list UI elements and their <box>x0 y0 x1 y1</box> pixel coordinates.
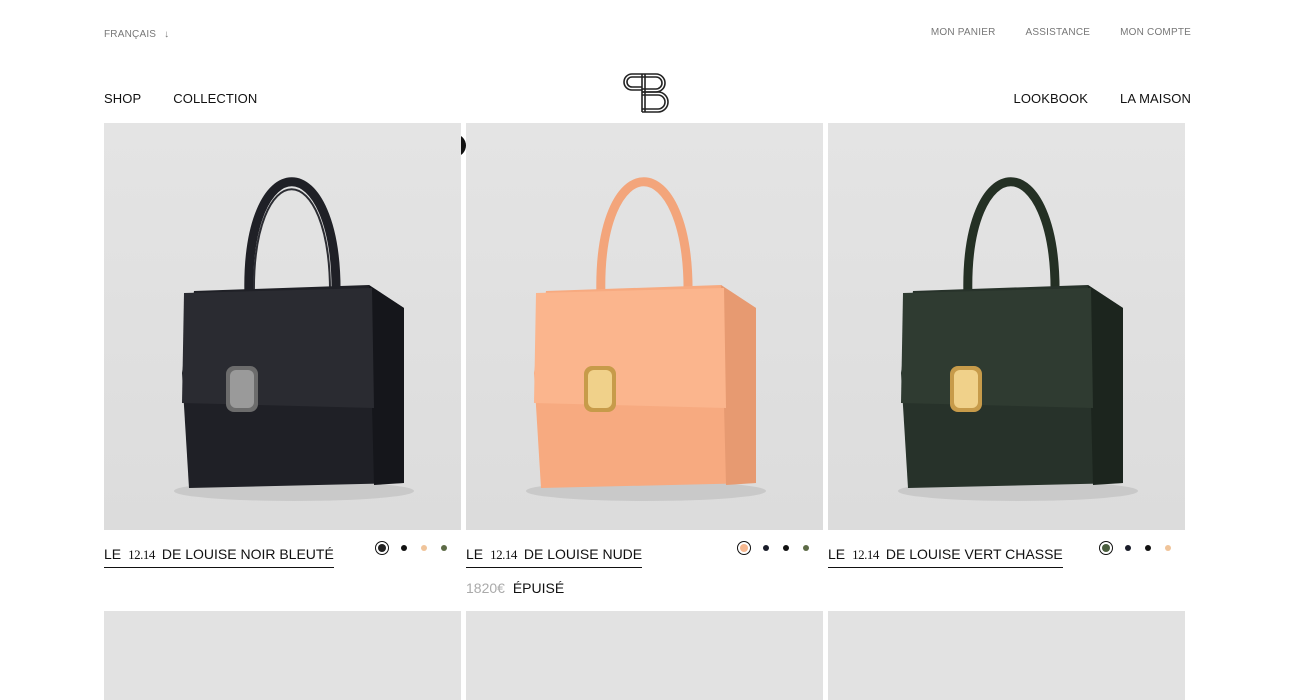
swatch-active[interactable] <box>737 541 751 555</box>
swatch[interactable] <box>763 545 769 551</box>
title-name: DE LOUISE NUDE <box>523 546 643 562</box>
swatch[interactable] <box>441 545 447 551</box>
nav-lookbook[interactable]: LOOKBOOK <box>1014 91 1089 106</box>
title-prefix: LE <box>828 546 846 562</box>
title-prefix: LE <box>104 546 122 562</box>
assistance-link[interactable]: ASSISTANCE <box>1026 27 1091 38</box>
cart-link[interactable]: MON PANIER <box>931 27 996 38</box>
nav-la-maison[interactable]: LA MAISON <box>1120 91 1191 106</box>
swatch[interactable] <box>1145 545 1151 551</box>
nav-collection[interactable]: COLLECTION <box>173 91 257 106</box>
arrow-down-icon: ↓ <box>164 29 170 40</box>
product-card[interactable]: LE 12.14 DE LOUISE NOIR BLEUTÉ <box>104 123 461 568</box>
swatch[interactable] <box>421 545 427 551</box>
nav-shop[interactable]: SHOP <box>104 91 141 106</box>
handbag-image <box>174 177 414 501</box>
color-swatches <box>375 541 449 555</box>
swatch[interactable] <box>803 545 809 551</box>
product-image[interactable] <box>828 123 1185 530</box>
product-image[interactable] <box>104 123 461 530</box>
product-title[interactable]: LE 12.14 DE LOUISE NUDE <box>466 546 643 568</box>
product-title[interactable]: LE 12.14 DE LOUISE VERT CHASSE <box>828 546 1063 568</box>
handbag-image <box>526 177 766 501</box>
product-price: 1820€ ÉPUISÉ <box>466 580 564 596</box>
title-number: 12.14 <box>852 547 879 562</box>
swatch[interactable] <box>1125 545 1131 551</box>
product-image[interactable] <box>466 123 823 530</box>
language-label: FRANÇAIS <box>104 29 157 40</box>
product-image-placeholder[interactable] <box>104 611 461 700</box>
brand-logo[interactable] <box>622 70 674 116</box>
title-number: 12.14 <box>490 547 517 562</box>
product-card[interactable]: LE 12.14 DE LOUISE VERT CHASSE <box>828 123 1185 568</box>
swatch[interactable] <box>401 545 407 551</box>
account-link[interactable]: MON COMPTE <box>1120 27 1191 38</box>
swatch-active[interactable] <box>375 541 389 555</box>
product-card[interactable]: LE 12.14 DE LOUISE NUDE 1820€ ÉPUISÉ <box>466 123 823 596</box>
stock-status: ÉPUISÉ <box>512 580 565 596</box>
color-swatches <box>737 541 811 555</box>
swatch[interactable] <box>783 545 789 551</box>
utility-links: MON PANIER ASSISTANCE MON COMPTE <box>931 27 1191 38</box>
title-number: 12.14 <box>128 547 155 562</box>
language-selector[interactable]: FRANÇAIS ↓ <box>104 29 169 40</box>
color-swatches <box>1099 541 1173 555</box>
swatch-active[interactable] <box>1099 541 1113 555</box>
swatch[interactable] <box>1165 545 1171 551</box>
product-image-placeholder[interactable] <box>828 611 1185 700</box>
title-name: DE LOUISE NOIR BLEUTÉ <box>161 546 334 562</box>
top-bar: FRANÇAIS ↓ MON PANIER ASSISTANCE MON COM… <box>0 0 1290 60</box>
title-name: DE LOUISE VERT CHASSE <box>885 546 1063 562</box>
price-value: 1820€ <box>466 580 505 596</box>
product-image-placeholder[interactable] <box>466 611 823 700</box>
product-title[interactable]: LE 12.14 DE LOUISE NOIR BLEUTÉ <box>104 546 334 568</box>
handbag-image <box>898 177 1138 501</box>
title-prefix: LE <box>466 546 484 562</box>
